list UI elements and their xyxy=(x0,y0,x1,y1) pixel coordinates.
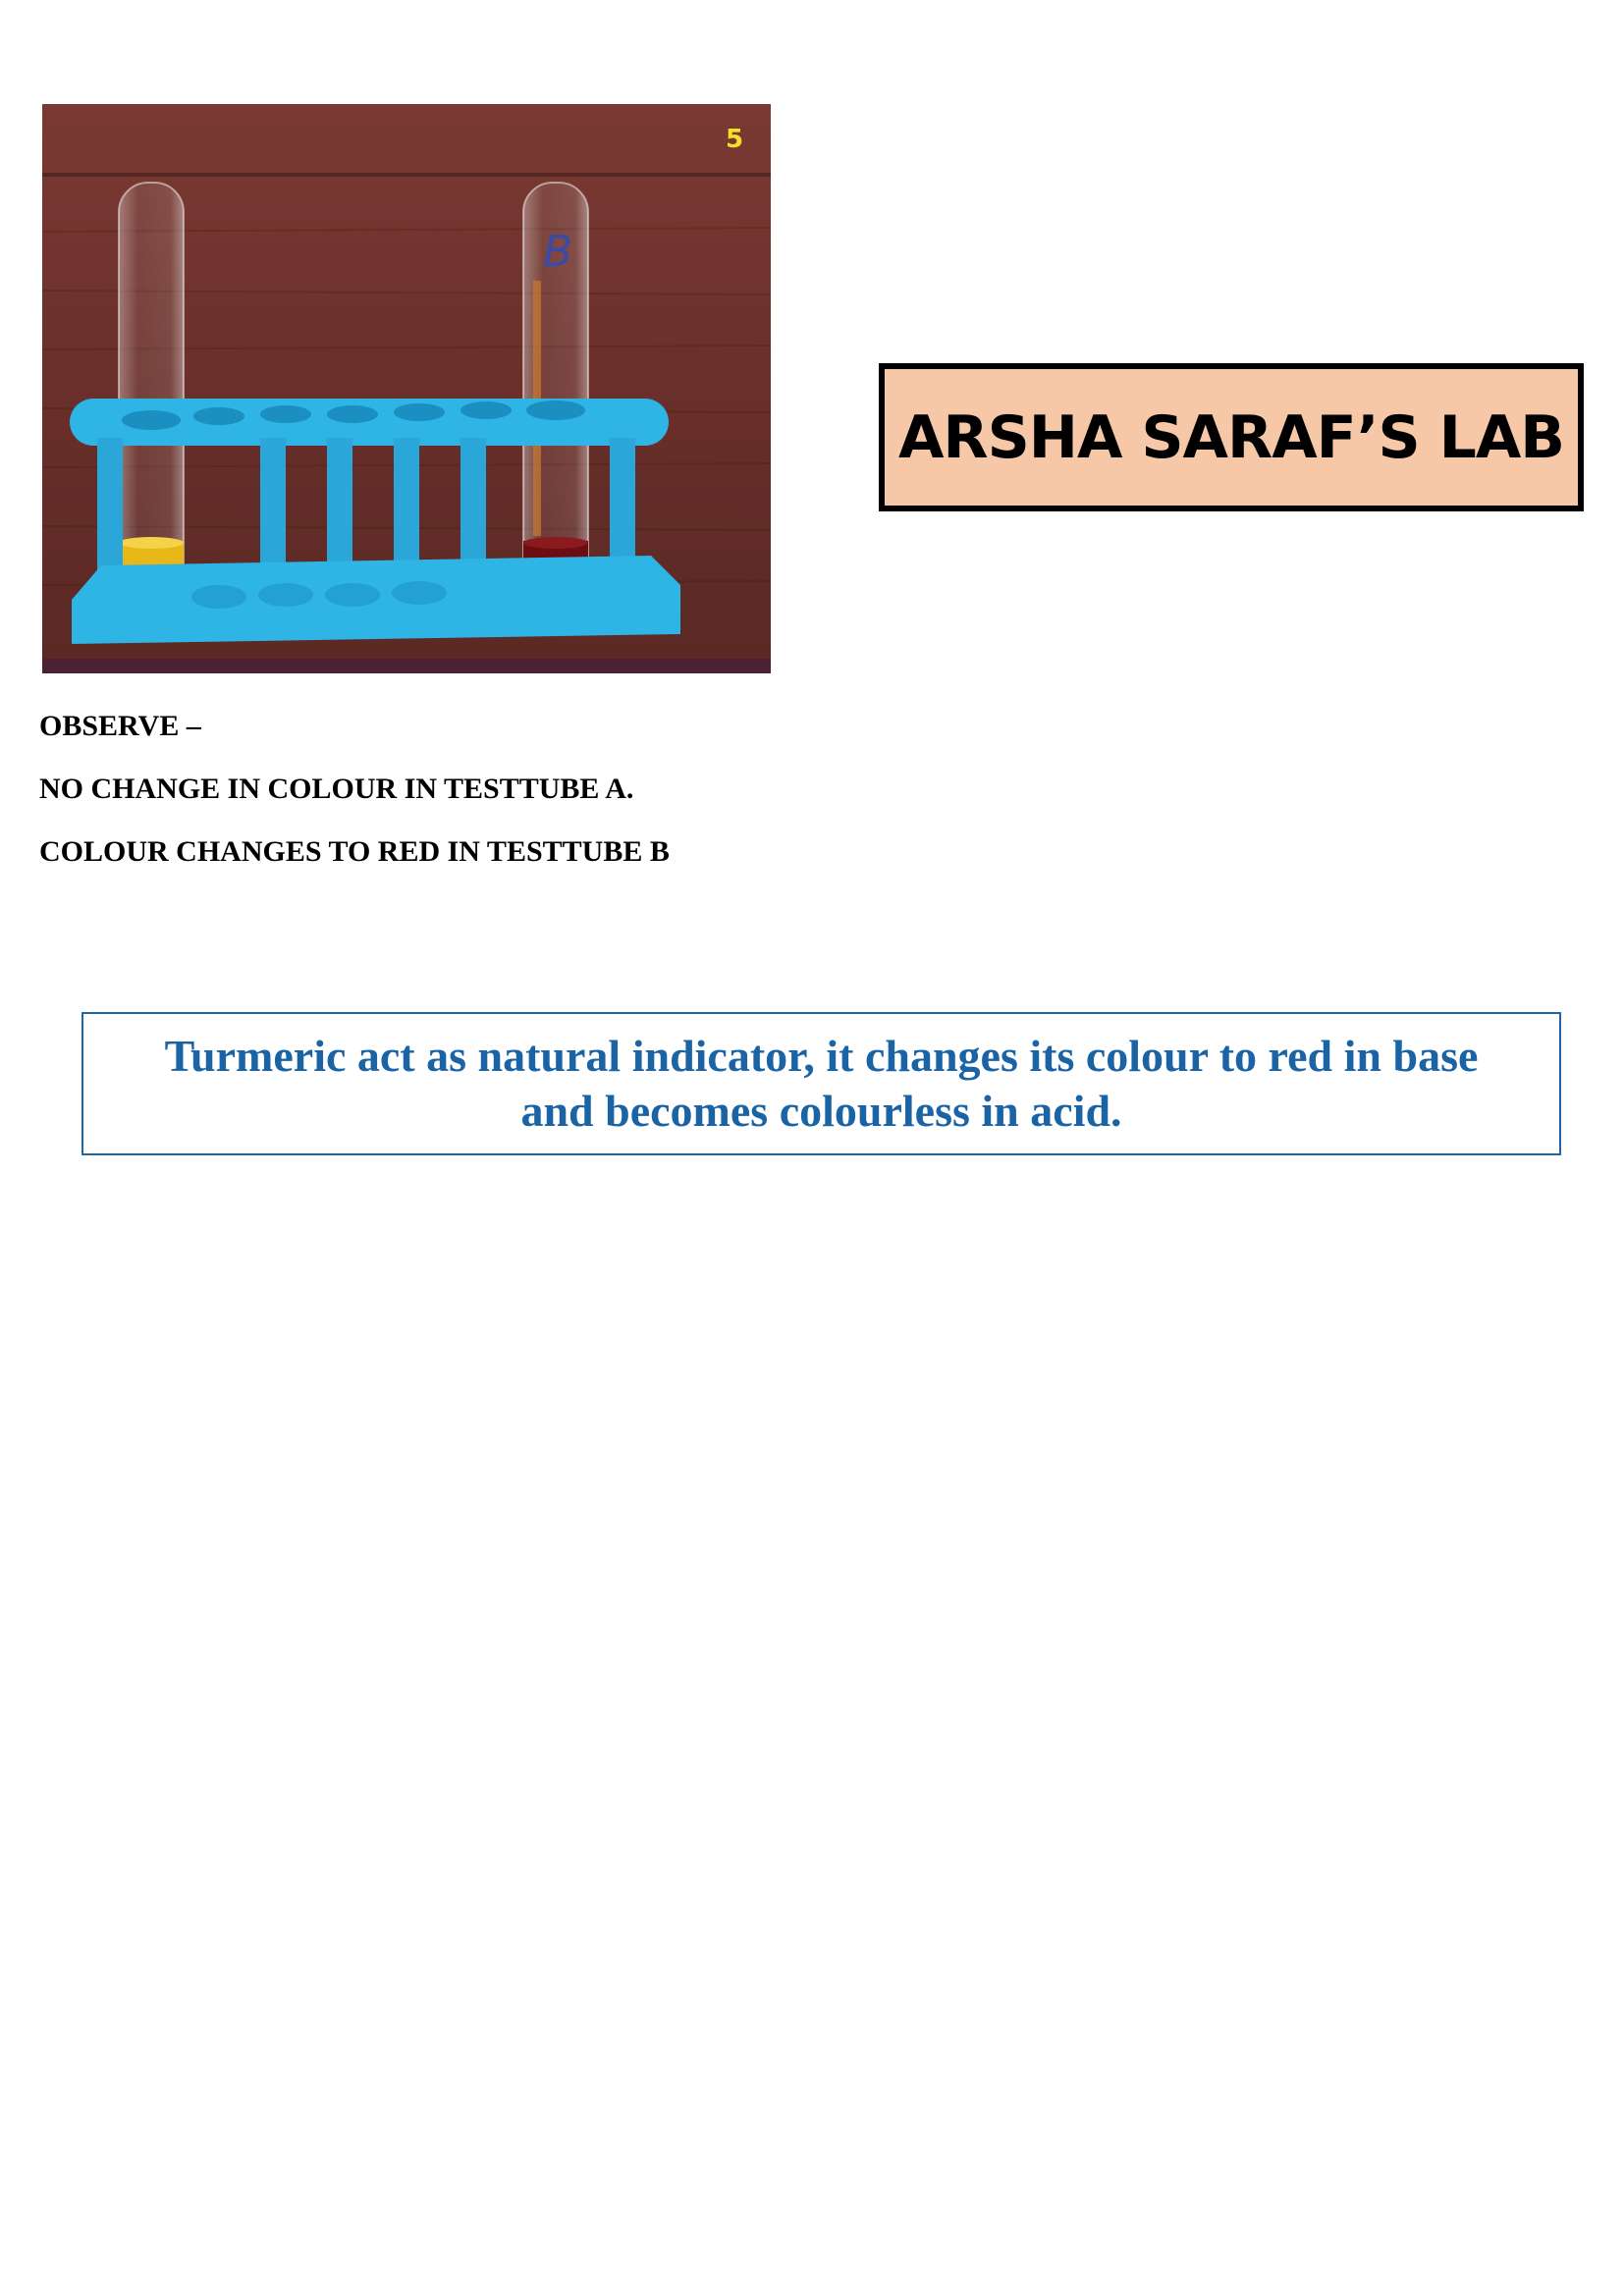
lab-title-box: ARSHA SARAF’S LAB xyxy=(879,363,1584,511)
observe-heading: OBSERVE – xyxy=(39,710,201,742)
conclusion-box: Turmeric act as natural indicator, it ch… xyxy=(81,1012,1561,1155)
tube-b-label: B xyxy=(543,227,572,277)
slide-number: 5 xyxy=(726,125,743,154)
observation-line-1: NO CHANGE IN COLOUR IN TESTTUBE A. xyxy=(39,773,634,805)
test-tube-rack-photo: B 5 xyxy=(42,104,771,673)
observation-line-2: COLOUR CHANGES TO RED IN TESTTUBE B xyxy=(39,835,670,868)
lab-title: ARSHA SARAF’S LAB xyxy=(897,402,1565,472)
conclusion-text: Turmeric act as natural indicator, it ch… xyxy=(164,1031,1479,1136)
observations: OBSERVE – NO CHANGE IN COLOUR IN TESTTUB… xyxy=(39,695,785,883)
